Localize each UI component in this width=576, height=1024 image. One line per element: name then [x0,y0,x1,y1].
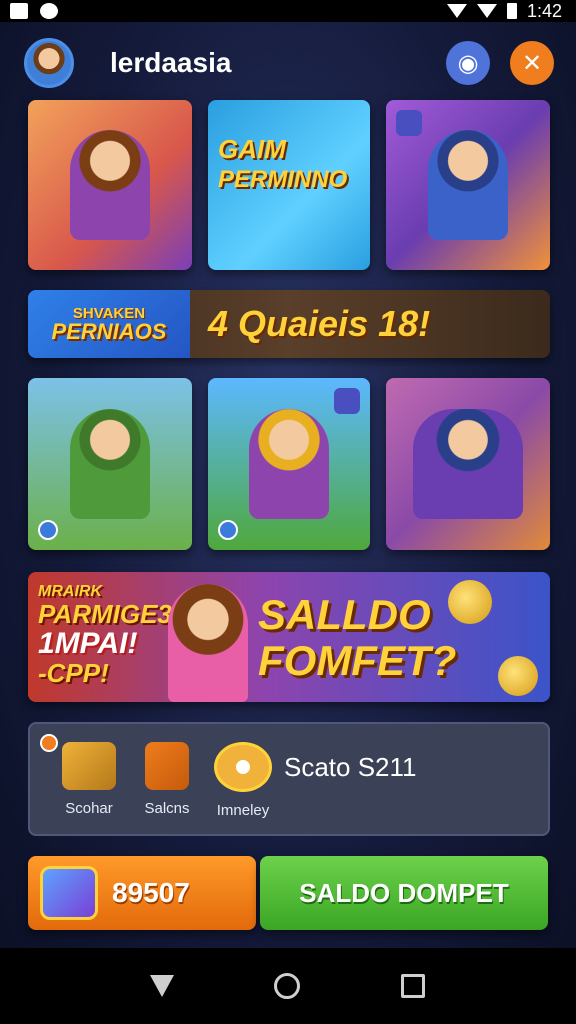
character-image [70,130,150,240]
banner-line3: 1MPAI! [38,627,138,661]
app-icon [40,3,58,19]
gem-balance-button[interactable]: 89507 [28,856,256,930]
character-image [249,409,329,519]
header: lerdaasia ◉ ✕ [24,36,554,90]
game-tile-6[interactable] [386,378,550,550]
close-button[interactable]: ✕ [510,41,554,85]
gem-icon [40,866,98,920]
game-tile-4[interactable] [28,378,192,550]
banner-text: 4 Quaieis 18! [208,303,431,344]
battery-icon [506,3,517,19]
discord-button[interactable]: ◉ [446,41,490,85]
game-tile-2[interactable]: GAIM PERMINNO [208,100,370,270]
status-bar: 1:42 [0,0,576,22]
banner-line4: -CPP! [38,657,109,688]
tile-badge-icon [218,520,238,540]
wifi-icon [446,4,467,18]
recent-apps-icon[interactable] [401,974,426,998]
game-tile-1[interactable] [28,100,192,270]
banner-line2: PARMIGE3 [38,598,172,629]
close-icon: ✕ [521,49,543,77]
tile-title-top: GAIM [218,134,286,164]
panel-item-label: Scohar [65,800,113,817]
shield-icon [145,742,189,790]
panel-item-chest[interactable]: Scohar [44,742,134,817]
status-time: 1:42 [526,0,562,21]
tile-badge-icon [38,520,58,540]
banner-title-line1: SALLDO [258,591,431,638]
coin-icon [498,656,538,696]
avatar[interactable] [24,38,74,88]
saldo-dompet-button[interactable]: SALDO DOMPET [260,856,548,930]
banner-badge-line2: PERNIAOS [51,318,167,344]
panel-item-money[interactable]: Imneley [198,742,288,819]
navigation-bar [0,948,576,1024]
wallet-panel: Scohar Salcns Imneley Scato S211 [28,722,550,836]
tile-title-main: PERMINNO [218,166,348,193]
coin-icon [448,580,492,624]
game-tile-5[interactable] [208,378,370,550]
character-image [168,584,248,702]
character-image [70,409,150,519]
back-icon[interactable] [149,975,174,997]
promo-banner[interactable]: SHVAKEN PERNIAOS 4 Quaieis 18! [28,290,550,358]
panel-item-label: Imneley [216,802,270,819]
home-icon[interactable] [273,973,300,999]
gem-balance-value: 89507 [112,877,190,908]
saldo-dompet-label: SALDO DOMPET [299,877,509,908]
coin-icon [214,742,272,792]
balance-value: Scato S211 [284,752,417,782]
chest-icon [62,742,116,790]
tile-badge-icon [334,388,360,414]
discord-icon: ◉ [457,49,479,77]
character-image [413,409,523,519]
banner-title-line2: FOMFET? [258,637,457,684]
signal-icon [476,4,497,18]
character-image [428,130,508,240]
notification-icon [10,3,28,19]
tile-badge-icon [396,110,422,136]
saldo-banner[interactable]: MRAIRK PARMIGE3 1MPAI! -CPP! SALLDO FOMF… [28,572,550,702]
game-tile-3[interactable] [386,100,550,270]
app-title: lerdaasia [110,47,232,78]
